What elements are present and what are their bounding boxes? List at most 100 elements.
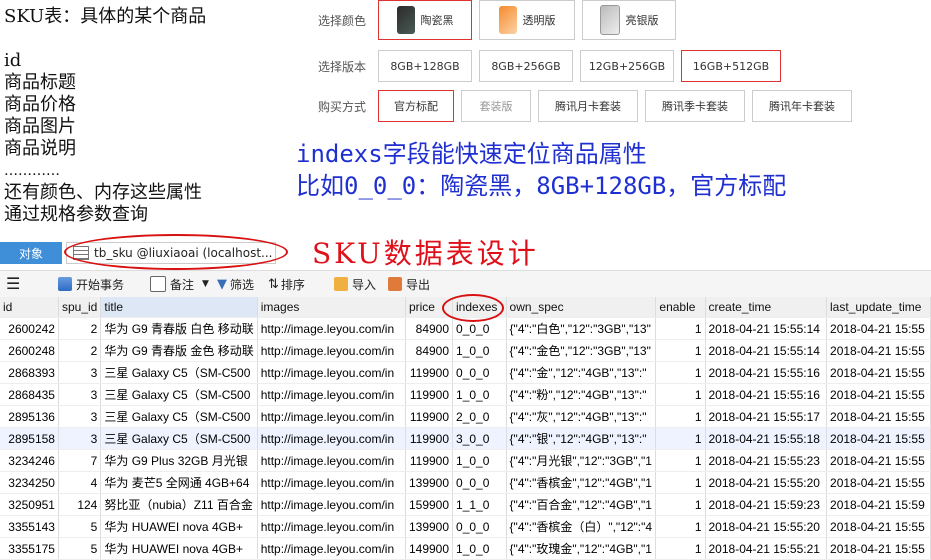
cell-last-update-time[interactable]: 2018-04-21 15:55 (826, 339, 931, 362)
cell-own-spec[interactable]: {"4":"灰","12":"4GB","13":" (506, 405, 657, 428)
cell-create-time[interactable]: 2018-04-21 15:55:20 (705, 515, 828, 538)
cell-spu-id[interactable]: 4 (58, 471, 102, 494)
cell-own-spec[interactable]: {"4":"玫瑰金","12":"4GB","1 (506, 537, 657, 560)
cell-indexes[interactable]: 1_0_0 (452, 449, 507, 472)
cell-images[interactable]: http://image.leyou.com/in (257, 427, 406, 450)
cell-indexes[interactable]: 1_0_0 (452, 383, 507, 406)
cell-id[interactable]: 2895158 (0, 427, 59, 450)
cell-create-time[interactable]: 2018-04-21 15:55:17 (705, 405, 828, 428)
cell-enable[interactable]: 1 (655, 361, 706, 384)
column-header-last-update-time[interactable]: last_update_time (826, 297, 931, 318)
menu-button[interactable]: ☰ (6, 275, 20, 293)
cell-enable[interactable]: 1 (655, 427, 706, 450)
cell-last-update-time[interactable]: 2018-04-21 15:55 (826, 317, 931, 340)
cell-price[interactable]: 119900 (405, 449, 454, 472)
buy-option[interactable]: 套装版 (461, 90, 531, 122)
cell-create-time[interactable]: 2018-04-21 15:55:21 (705, 537, 828, 560)
column-header-title[interactable]: title (100, 297, 258, 318)
color-option[interactable]: 亮银版 (582, 0, 676, 40)
cell-own-spec[interactable]: {"4":"白色","12":"3GB","13" (506, 317, 657, 340)
color-option[interactable]: 透明版 (479, 0, 575, 40)
cell-images[interactable]: http://image.leyou.com/in (257, 361, 406, 384)
cell-price[interactable]: 119900 (405, 405, 454, 428)
column-header-spu-id[interactable]: spu_id (58, 297, 102, 318)
cell-enable[interactable]: 1 (655, 493, 706, 516)
cell-id[interactable]: 2600242 (0, 317, 59, 340)
cell-title[interactable]: 三星 Galaxy C5（SM-C500 (100, 427, 258, 450)
cell-title[interactable]: 三星 Galaxy C5（SM-C500 (100, 405, 258, 428)
cell-title[interactable]: 华为 G9 青春版 金色 移动联 (100, 339, 258, 362)
export-button[interactable]: 导出 (388, 275, 430, 293)
cell-indexes[interactable]: 0_0_0 (452, 515, 507, 538)
buy-option[interactable]: 腾讯季卡套装 (645, 90, 745, 122)
table-row[interactable]: 3250951 124 努比亚（nubia）Z11 百合金 http://image.… (0, 493, 931, 516)
cell-images[interactable]: http://image.leyou.com/in (257, 383, 406, 406)
cell-title[interactable]: 三星 Galaxy C5（SM-C500 (100, 383, 258, 406)
cell-create-time[interactable]: 2018-04-21 15:55:16 (705, 383, 828, 406)
cell-spu-id[interactable]: 3 (58, 383, 102, 406)
cell-id[interactable]: 2600248 (0, 339, 59, 362)
cell-indexes[interactable]: 2_0_0 (452, 405, 507, 428)
table-row[interactable]: 3355175 5 华为 HUAWEI nova 4GB+ http://image.… (0, 537, 931, 560)
table-row[interactable]: 2895136 3 三星 Galaxy C5（SM-C500 http://image… (0, 405, 931, 428)
cell-own-spec[interactable]: {"4":"银","12":"4GB","13":" (506, 427, 657, 450)
cell-create-time[interactable]: 2018-04-21 15:55:20 (705, 471, 828, 494)
column-header-id[interactable]: id (0, 297, 59, 318)
cell-last-update-time[interactable]: 2018-04-21 15:55 (826, 515, 931, 538)
cell-price[interactable]: 84900 (405, 317, 454, 340)
cell-id[interactable]: 3355175 (0, 537, 59, 560)
version-option[interactable]: 8GB+128GB (378, 50, 472, 82)
cell-images[interactable]: http://image.leyou.com/in (257, 493, 406, 516)
cell-enable[interactable]: 1 (655, 405, 706, 428)
cell-spu-id[interactable]: 124 (58, 493, 102, 516)
cell-last-update-time[interactable]: 2018-04-21 15:55 (826, 361, 931, 384)
cell-enable[interactable]: 1 (655, 383, 706, 406)
cell-create-time[interactable]: 2018-04-21 15:55:16 (705, 361, 828, 384)
cell-spu-id[interactable]: 2 (58, 339, 102, 362)
cell-indexes[interactable]: 1_0_0 (452, 339, 507, 362)
buy-option[interactable]: 官方标配 (378, 90, 454, 122)
table-row[interactable]: 3234246 7 华为 G9 Plus 32GB 月光银 http://image.… (0, 449, 931, 472)
cell-spu-id[interactable]: 3 (58, 361, 102, 384)
version-option[interactable]: 8GB+256GB (479, 50, 573, 82)
cell-last-update-time[interactable]: 2018-04-21 15:59 (826, 493, 931, 516)
cell-id[interactable]: 3234250 (0, 471, 59, 494)
cell-id[interactable]: 2868393 (0, 361, 59, 384)
cell-enable[interactable]: 1 (655, 449, 706, 472)
cell-spu-id[interactable]: 2 (58, 317, 102, 340)
table-row[interactable]: 3355143 5 华为 HUAWEI nova 4GB+ http://image.… (0, 515, 931, 538)
note-button[interactable]: 备注 ▼ (150, 275, 209, 293)
filter-button[interactable]: ▼ 筛选 (217, 275, 254, 293)
cell-title[interactable]: 华为 G9 青春版 白色 移动联 (100, 317, 258, 340)
cell-id[interactable]: 2895136 (0, 405, 59, 428)
cell-price[interactable]: 119900 (405, 427, 454, 450)
cell-title[interactable]: 华为 HUAWEI nova 4GB+ (100, 515, 258, 538)
cell-id[interactable]: 3250951 (0, 493, 59, 516)
cell-own-spec[interactable]: {"4":"百合金","12":"4GB","1 (506, 493, 657, 516)
cell-images[interactable]: http://image.leyou.com/in (257, 449, 406, 472)
column-header-images[interactable]: images (257, 297, 406, 318)
cell-enable[interactable]: 1 (655, 537, 706, 560)
cell-enable[interactable]: 1 (655, 339, 706, 362)
cell-title[interactable]: 三星 Galaxy C5（SM-C500 (100, 361, 258, 384)
cell-id[interactable]: 2868435 (0, 383, 59, 406)
begin-transaction-button[interactable]: 开始事务 (58, 275, 124, 293)
table-row[interactable]: 2600248 2 华为 G9 青春版 金色 移动联 http://image.ley… (0, 339, 931, 362)
cell-enable[interactable]: 1 (655, 317, 706, 340)
sort-button[interactable]: ⇅ 排序 (268, 275, 305, 293)
version-option[interactable]: 12GB+256GB (580, 50, 674, 82)
cell-enable[interactable]: 1 (655, 515, 706, 538)
buy-option[interactable]: 腾讯年卡套装 (752, 90, 852, 122)
import-button[interactable]: 导入 (334, 275, 376, 293)
column-header-create-time[interactable]: create_time (705, 297, 828, 318)
table-row[interactable]: 2868393 3 三星 Galaxy C5（SM-C500 http://image… (0, 361, 931, 384)
cell-images[interactable]: http://image.leyou.com/in (257, 339, 406, 362)
version-option[interactable]: 16GB+512GB (681, 50, 781, 82)
cell-spu-id[interactable]: 5 (58, 537, 102, 560)
cell-create-time[interactable]: 2018-04-21 15:55:18 (705, 427, 828, 450)
color-option[interactable]: 陶瓷黑 (378, 0, 472, 40)
cell-images[interactable]: http://image.leyou.com/in (257, 515, 406, 538)
cell-own-spec[interactable]: {"4":"金","12":"4GB","13":" (506, 361, 657, 384)
cell-create-time[interactable]: 2018-04-21 15:55:23 (705, 449, 828, 472)
cell-price[interactable]: 139900 (405, 515, 454, 538)
